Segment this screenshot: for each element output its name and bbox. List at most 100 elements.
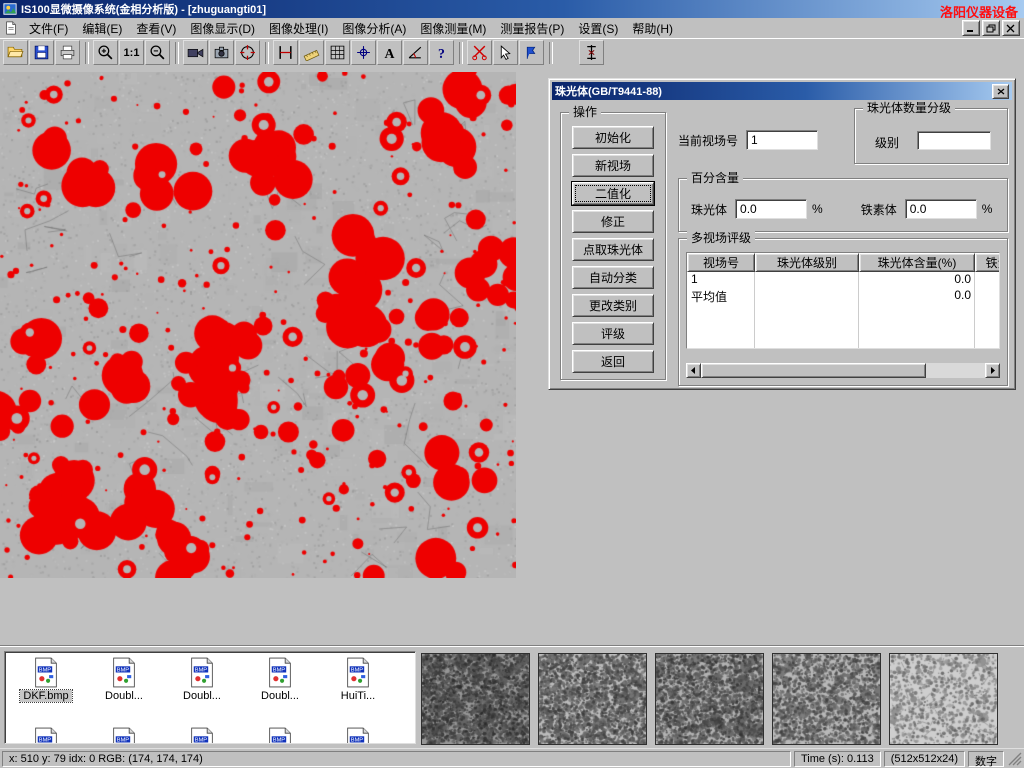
change-class-button[interactable]: 更改类别 [572, 294, 654, 317]
thumbnail-image[interactable] [655, 653, 764, 745]
toolbar-separator [85, 42, 89, 64]
toolbar-target-button[interactable] [235, 40, 260, 65]
table-cell [975, 272, 1000, 288]
window-title: IS100显微摄像系统(金相分析版) - [zhuguangti01] [21, 1, 266, 17]
menu-item-image-process[interactable]: 图像处理(I) [262, 18, 335, 39]
thumbnail-image[interactable] [889, 653, 998, 745]
pearlite-percent-sign: % [812, 202, 823, 216]
toolbar-pointer-button[interactable] [493, 40, 518, 65]
toolbar-help-button[interactable]: ? [429, 40, 454, 65]
column-header[interactable]: 珠光体含量(%) [859, 253, 975, 272]
scrollbar-track[interactable] [701, 363, 985, 378]
mdi-close-button[interactable] [1002, 20, 1020, 36]
menu-item-file[interactable]: 文件(F) [22, 18, 75, 39]
file-item[interactable]: BMPDKF.bmp [7, 654, 85, 724]
toolbar-separator [175, 42, 179, 64]
help-icon: ? [433, 44, 450, 61]
toolbar-gauge-button[interactable] [579, 40, 604, 65]
file-item[interactable]: BMP [319, 724, 397, 744]
file-item[interactable]: BMP [163, 724, 241, 744]
initialize-button[interactable]: 初始化 [572, 126, 654, 149]
toolbar-open-button[interactable] [3, 40, 28, 65]
grid-line [858, 272, 859, 348]
menu-item-edit[interactable]: 编辑(E) [75, 18, 129, 39]
pearlite-percent-input[interactable] [735, 199, 807, 219]
toolbar-caliper-button[interactable] [273, 40, 298, 65]
toolbar-save-button[interactable] [29, 40, 54, 65]
menu-item-settings[interactable]: 设置(S) [571, 18, 625, 39]
multifield-group: 多视场评级 视场号珠光体级别珠光体含量(%)铁素体含量(%) 10.0平均值0.… [678, 238, 1008, 386]
grade-input[interactable] [917, 131, 991, 150]
file-item[interactable]: BMP [85, 724, 163, 744]
toolbar-zoom-out-button[interactable] [145, 40, 170, 65]
table-row[interactable]: 平均值0.0 [687, 288, 999, 304]
scrollbar-thumb[interactable] [701, 363, 926, 378]
application-window: IS100显微摄像系统(金相分析版) - [zhuguangti01] 洛阳仪器… [0, 0, 1024, 768]
resize-grip[interactable] [1008, 752, 1022, 766]
file-item-label: HuiTi... [338, 690, 378, 702]
scrollbar-left-arrow[interactable] [686, 363, 701, 378]
pearlite-label: 珠光体 [691, 201, 727, 218]
auto-classify-button[interactable]: 自动分类 [572, 266, 654, 289]
toolbar-marker-button[interactable] [519, 40, 544, 65]
pointer-icon [497, 44, 514, 61]
menu-item-image-analysis[interactable]: 图像分析(A) [335, 18, 413, 39]
menu-item-measure-report[interactable]: 测量报告(P) [493, 18, 571, 39]
menu-item-image-display[interactable]: 图像显示(D) [183, 18, 262, 39]
toolbar-grid-button[interactable] [325, 40, 350, 65]
ferrite-percent-input[interactable] [905, 199, 977, 219]
toolbar-actual-size-button[interactable]: 1:1 [119, 40, 144, 65]
thumbnail-image[interactable] [772, 653, 881, 745]
scrollbar-right-arrow[interactable] [985, 363, 1000, 378]
toolbar-separator [459, 42, 463, 64]
return-button[interactable]: 返回 [572, 350, 654, 373]
dialog-close-button[interactable] [992, 84, 1009, 99]
specimen-image[interactable] [0, 72, 516, 578]
dialog-title: 珠光体(GB/T9441-88) [555, 83, 992, 99]
toolbar-crosshair-button[interactable] [351, 40, 376, 65]
thumbnail-image[interactable] [538, 653, 647, 745]
rate-button[interactable]: 评级 [572, 322, 654, 345]
toolbar-angle-button[interactable] [403, 40, 428, 65]
menu-item-help[interactable]: 帮助(H) [625, 18, 680, 39]
file-item[interactable]: BMPDoubl... [85, 654, 163, 724]
menu-item-view[interactable]: 查看(V) [129, 18, 183, 39]
toolbar-snapshot-button[interactable] [209, 40, 234, 65]
column-header[interactable]: 珠光体级别 [755, 253, 859, 272]
file-item[interactable]: BMPHuiTi... [319, 654, 397, 724]
correct-button[interactable]: 修正 [572, 210, 654, 233]
file-item[interactable]: BMP [7, 724, 85, 744]
status-time: Time (s): 0.113 [794, 751, 881, 767]
toolbar-scissors-button[interactable] [467, 40, 492, 65]
table-row[interactable]: 10.0 [687, 272, 999, 288]
mdi-minimize-button[interactable] [962, 20, 980, 36]
mdi-restore-button[interactable] [982, 20, 1000, 36]
file-item[interactable]: BMPDoubl... [241, 654, 319, 724]
title-bar[interactable]: IS100显微摄像系统(金相分析版) - [zhuguangti01] 洛阳仪器… [0, 0, 1024, 18]
thumbnail-image[interactable] [421, 653, 530, 745]
text-icon: A [381, 44, 398, 61]
new-field-button[interactable]: 新视场 [572, 154, 654, 177]
table-header-row: 视场号珠光体级别珠光体含量(%)铁素体含量(%) [687, 253, 999, 272]
file-item[interactable]: BMP [241, 724, 319, 744]
pick-pearlite-button[interactable]: 点取珠光体 [572, 238, 654, 261]
menu-item-image-measure[interactable]: 图像测量(M) [413, 18, 493, 39]
column-header[interactable]: 视场号 [687, 253, 755, 272]
dialog-title-bar[interactable]: 珠光体(GB/T9441-88) [552, 82, 1012, 100]
status-coordinates: x: 510 y: 79 idx: 0 RGB: (174, 174, 174) [2, 751, 791, 767]
toolbar-ruler-button[interactable] [299, 40, 324, 65]
operations-group: 操作 初始化新视场二值化修正点取珠光体自动分类更改类别评级返回 [560, 112, 666, 380]
column-header[interactable]: 铁素体含量(%) [975, 253, 1000, 272]
binarize-button[interactable]: 二值化 [572, 182, 654, 205]
toolbar-text-button[interactable]: A [377, 40, 402, 65]
current-field-input[interactable] [746, 130, 818, 150]
file-item[interactable]: BMPDoubl... [163, 654, 241, 724]
bmp-file-icon: BMP [33, 727, 59, 744]
toolbar-video-button[interactable] [183, 40, 208, 65]
toolbar-print-button[interactable] [55, 40, 80, 65]
percent-row: 珠光体 % 铁素体 % [691, 199, 999, 219]
multifield-group-label: 多视场评级 [687, 231, 755, 245]
toolbar-zoom-in-button[interactable] [93, 40, 118, 65]
svg-text:BMP: BMP [117, 667, 130, 673]
target-icon [239, 44, 256, 61]
